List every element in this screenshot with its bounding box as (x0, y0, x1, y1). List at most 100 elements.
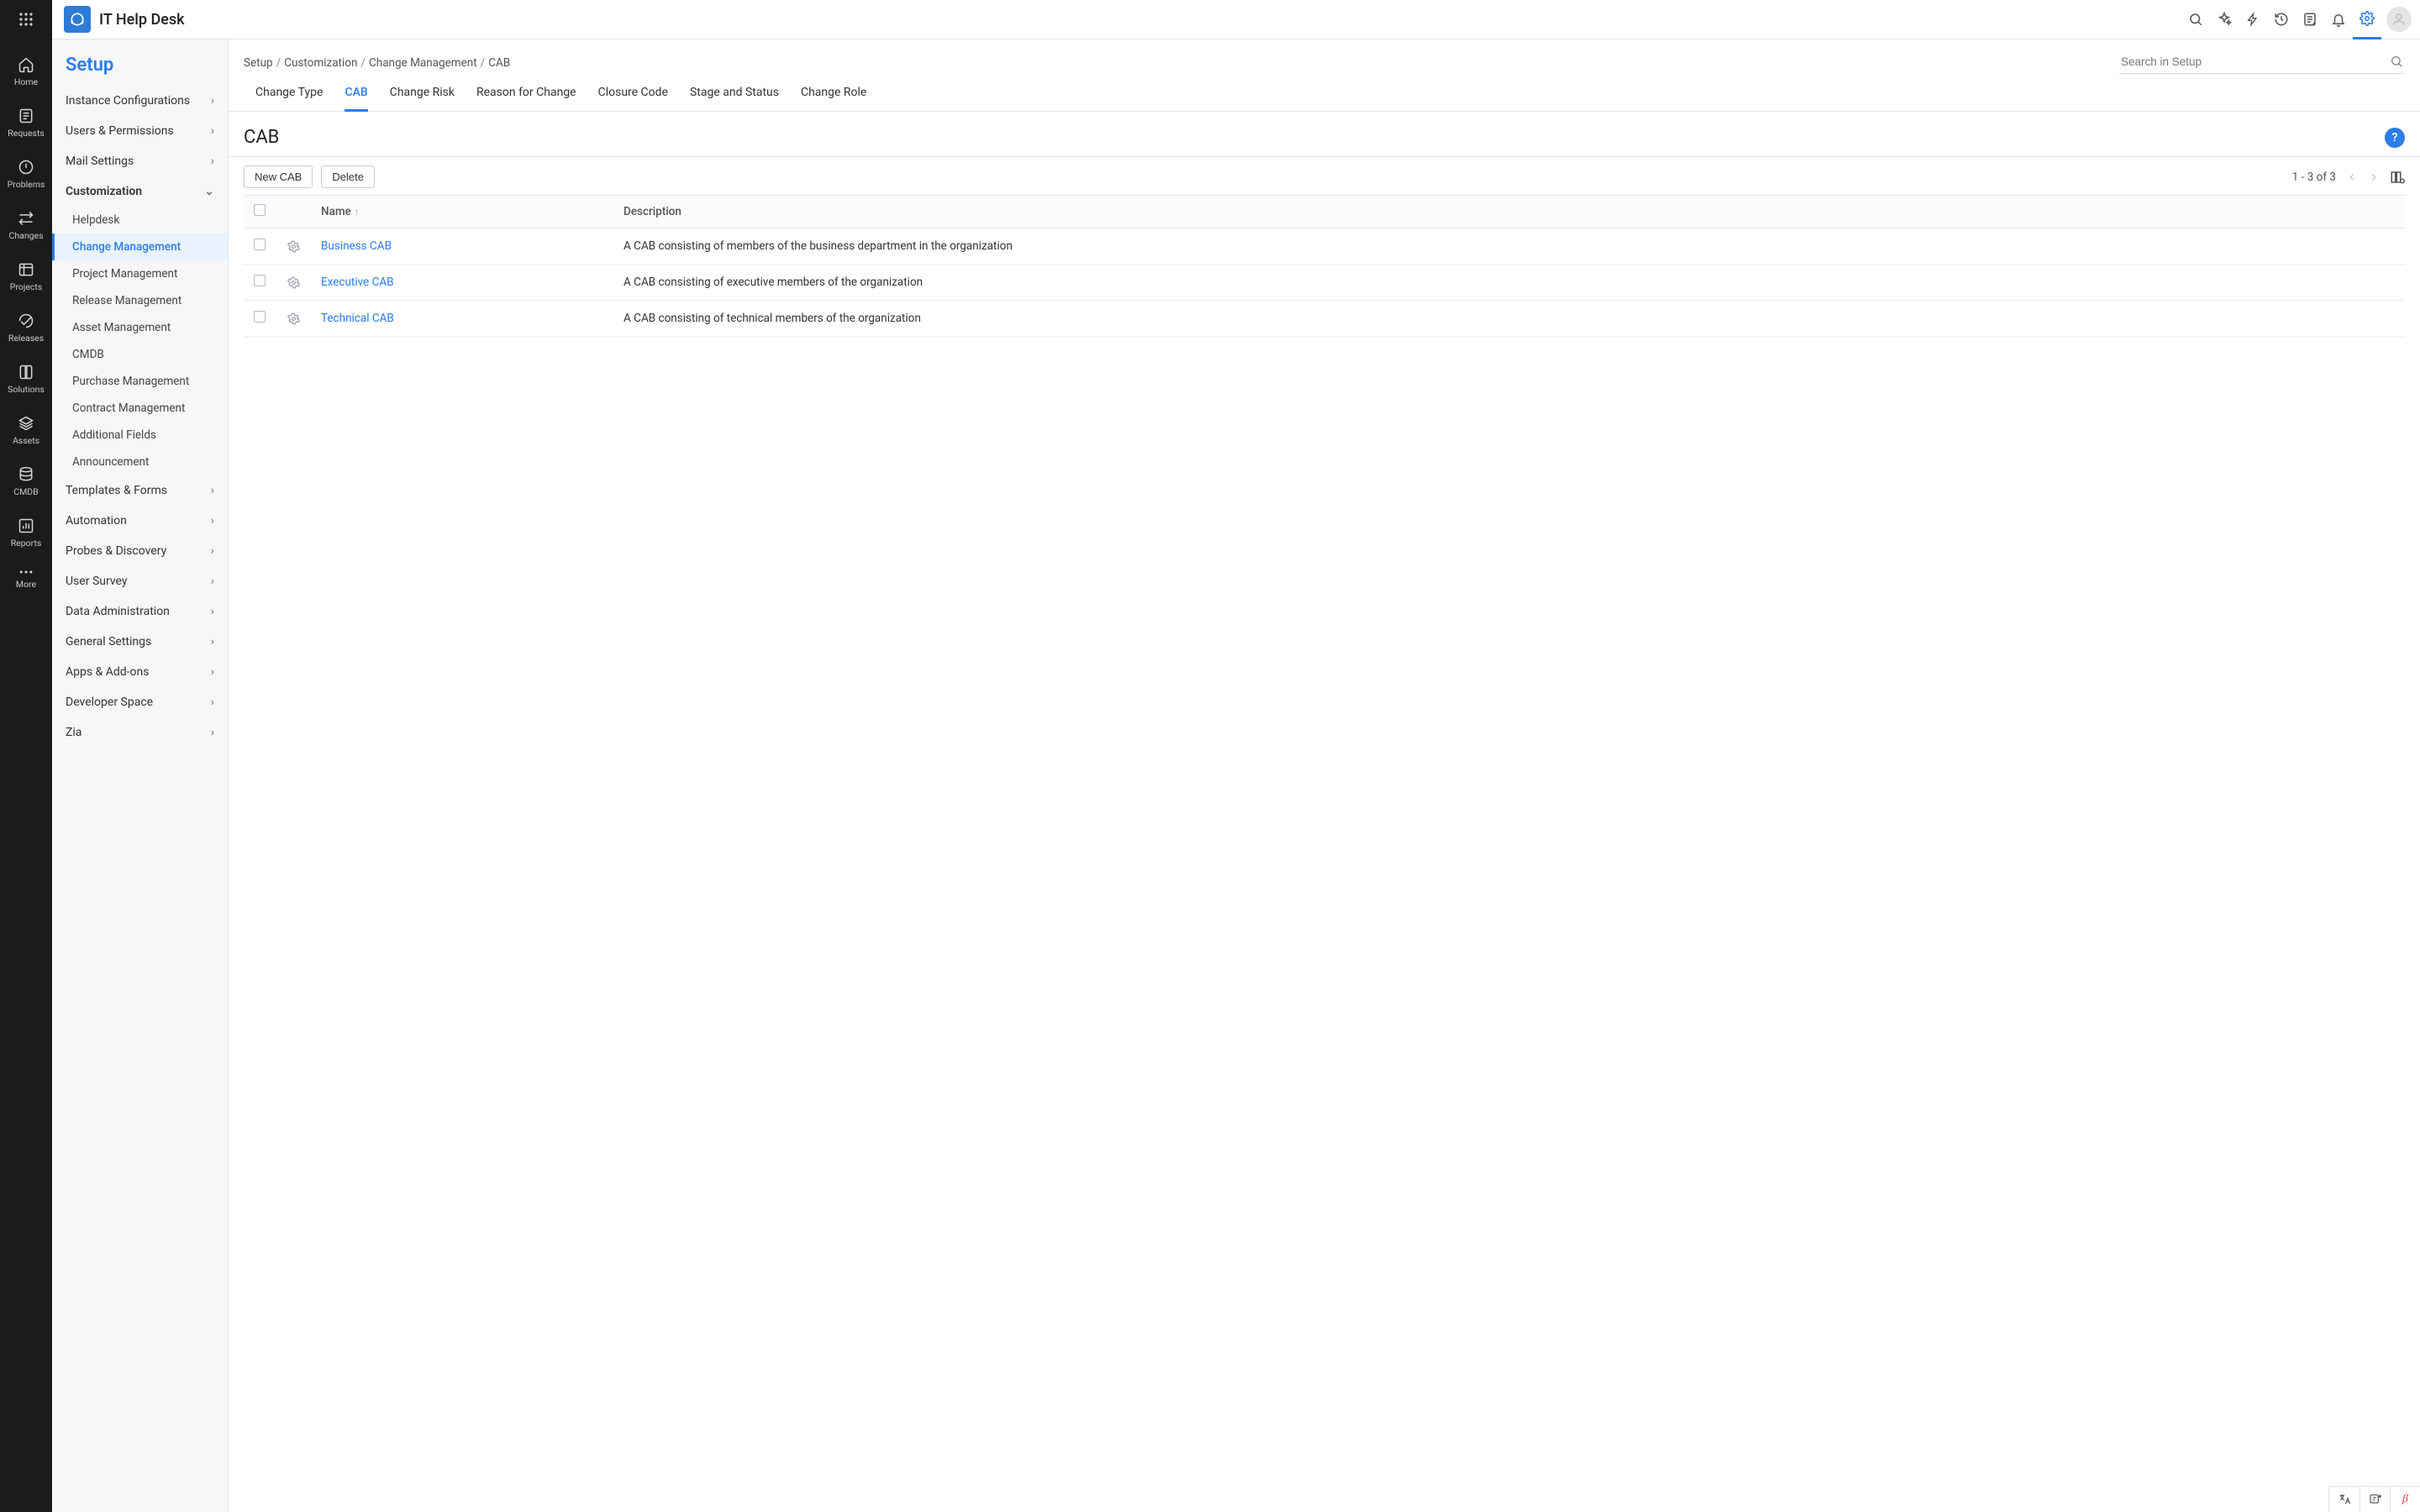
problems-icon (18, 159, 34, 176)
sidebar-group[interactable]: Apps & Add-ons› (52, 657, 228, 687)
new-cab-button[interactable]: New CAB (244, 165, 313, 188)
gear-icon (2360, 11, 2375, 26)
tab[interactable]: Stage and Status (690, 86, 779, 111)
sidebar-group[interactable]: Users & Permissions› (52, 116, 228, 146)
sidebar-item[interactable]: Purchase Management (52, 368, 228, 395)
sidebar-item[interactable]: Additional Fields (52, 422, 228, 449)
sidebar-item[interactable]: Release Management (52, 287, 228, 314)
sidebar-item[interactable]: Project Management (52, 260, 228, 287)
column-header-name[interactable]: Name↑ (311, 196, 613, 228)
sidebar-group[interactable]: Developer Space› (52, 687, 228, 717)
breadcrumb-item: CAB (488, 56, 510, 70)
select-all-checkbox[interactable] (254, 204, 266, 216)
search-icon (2188, 12, 2203, 27)
avatar[interactable] (2386, 7, 2412, 32)
tab[interactable]: Change Risk (390, 86, 455, 111)
column-settings-button[interactable] (2390, 170, 2405, 185)
search-input[interactable] (2121, 55, 2390, 68)
chevron-right-icon: › (211, 544, 214, 558)
rail-more[interactable]: More (0, 560, 52, 596)
chevron-right-icon: › (211, 665, 214, 679)
breadcrumb-item[interactable]: Customization (284, 56, 357, 70)
sidebar-group[interactable]: Automation› (52, 506, 228, 536)
row-settings-button[interactable] (287, 312, 301, 325)
table-row: Business CABA CAB consisting of members … (244, 228, 2405, 265)
row-checkbox[interactable] (254, 311, 266, 323)
chevron-right-icon: › (211, 124, 214, 138)
search-setup[interactable] (2119, 51, 2405, 74)
row-name-link[interactable]: Business CAB (321, 239, 392, 253)
sidebar-group[interactable]: Instance Configurations› (52, 86, 228, 116)
rail-label: Problems (8, 179, 45, 190)
note-icon (2302, 12, 2317, 27)
rail-label: Solutions (8, 384, 45, 395)
breadcrumb-item[interactable]: Change Management (369, 56, 477, 70)
row-checkbox[interactable] (254, 275, 266, 286)
sidebar-group[interactable]: Data Administration› (52, 596, 228, 627)
rail-reports[interactable]: Reports (0, 509, 52, 555)
settings-button[interactable] (2353, 0, 2381, 39)
row-name-link[interactable]: Executive CAB (321, 276, 394, 289)
breadcrumb-item[interactable]: Setup (244, 56, 273, 70)
apps-grid-button[interactable] (0, 0, 52, 39)
breadcrumb: Setup/Customization/Change Management/CA… (244, 56, 510, 70)
sidebar-group[interactable]: Probes & Discovery› (52, 536, 228, 566)
setup-sidebar: Setup Instance Configurations›Users & Pe… (52, 39, 229, 1512)
gear-icon (287, 240, 300, 253)
column-header-description[interactable]: Description (613, 196, 2405, 228)
sidebar-group[interactable]: Mail Settings› (52, 146, 228, 176)
rail-home[interactable]: Home (0, 48, 52, 94)
main-content: Setup/Customization/Change Management/CA… (229, 39, 2420, 1512)
tab[interactable]: Change Role (801, 86, 866, 111)
rail-projects[interactable]: Projects (0, 253, 52, 299)
rail-label: CMDB (13, 486, 38, 497)
sidebar-group[interactable]: Zia› (52, 717, 228, 748)
delete-button[interactable]: Delete (321, 165, 375, 188)
footer-translate-button[interactable] (2329, 1487, 2360, 1512)
footer-feedback-button[interactable] (2360, 1487, 2390, 1512)
note-button[interactable] (2296, 0, 2324, 39)
sidebar-item[interactable]: Asset Management (52, 314, 228, 341)
notifications-button[interactable] (2324, 0, 2353, 39)
pager-next[interactable] (2368, 171, 2380, 183)
rail-cmdb[interactable]: CMDB (0, 458, 52, 504)
rail-problems[interactable]: Problems (0, 150, 52, 197)
sidebar-group[interactable]: Customization⌄ (52, 176, 228, 207)
sidebar-item[interactable]: Announcement (52, 449, 228, 475)
cmdb-icon (18, 466, 34, 483)
sidebar-group[interactable]: Templates & Forms› (52, 475, 228, 506)
releases-icon (18, 312, 34, 329)
row-name-link[interactable]: Technical CAB (321, 312, 394, 325)
help-button[interactable]: ? (2385, 128, 2405, 148)
row-settings-button[interactable] (287, 276, 301, 289)
rail-releases[interactable]: Releases (0, 304, 52, 350)
footer-beta-button[interactable]: β (2390, 1487, 2420, 1512)
rail-solutions[interactable]: Solutions (0, 355, 52, 402)
left-rail: Home Requests Problems Changes Projects … (0, 39, 52, 1512)
rail-requests[interactable]: Requests (0, 99, 52, 145)
star-sparkle-button[interactable] (2210, 0, 2238, 39)
row-description: A CAB consisting of executive members of… (613, 265, 2405, 301)
brand-title: IT Help Desk (99, 11, 185, 29)
sparkle-icon (2217, 12, 2232, 27)
sidebar-item[interactable]: CMDB (52, 341, 228, 368)
rail-changes[interactable]: Changes (0, 202, 52, 248)
tab[interactable]: CAB (345, 86, 367, 112)
search-button[interactable] (2181, 0, 2210, 39)
row-settings-button[interactable] (287, 240, 301, 253)
bolt-button[interactable] (2238, 0, 2267, 39)
tab[interactable]: Change Type (255, 86, 323, 111)
pager-prev[interactable] (2346, 171, 2358, 183)
sidebar-item[interactable]: Change Management (52, 234, 228, 260)
rail-assets[interactable]: Assets (0, 407, 52, 453)
sidebar-item[interactable]: Contract Management (52, 395, 228, 422)
page-title: CAB (244, 127, 279, 148)
tab[interactable]: Closure Code (598, 86, 668, 111)
row-checkbox[interactable] (254, 239, 266, 250)
sidebar-item[interactable]: Helpdesk (52, 207, 228, 234)
sidebar-group[interactable]: User Survey› (52, 566, 228, 596)
sidebar-group[interactable]: General Settings› (52, 627, 228, 657)
history-button[interactable] (2267, 0, 2296, 39)
tab[interactable]: Reason for Change (476, 86, 576, 111)
pager-text: 1 - 3 of 3 (2292, 171, 2336, 184)
